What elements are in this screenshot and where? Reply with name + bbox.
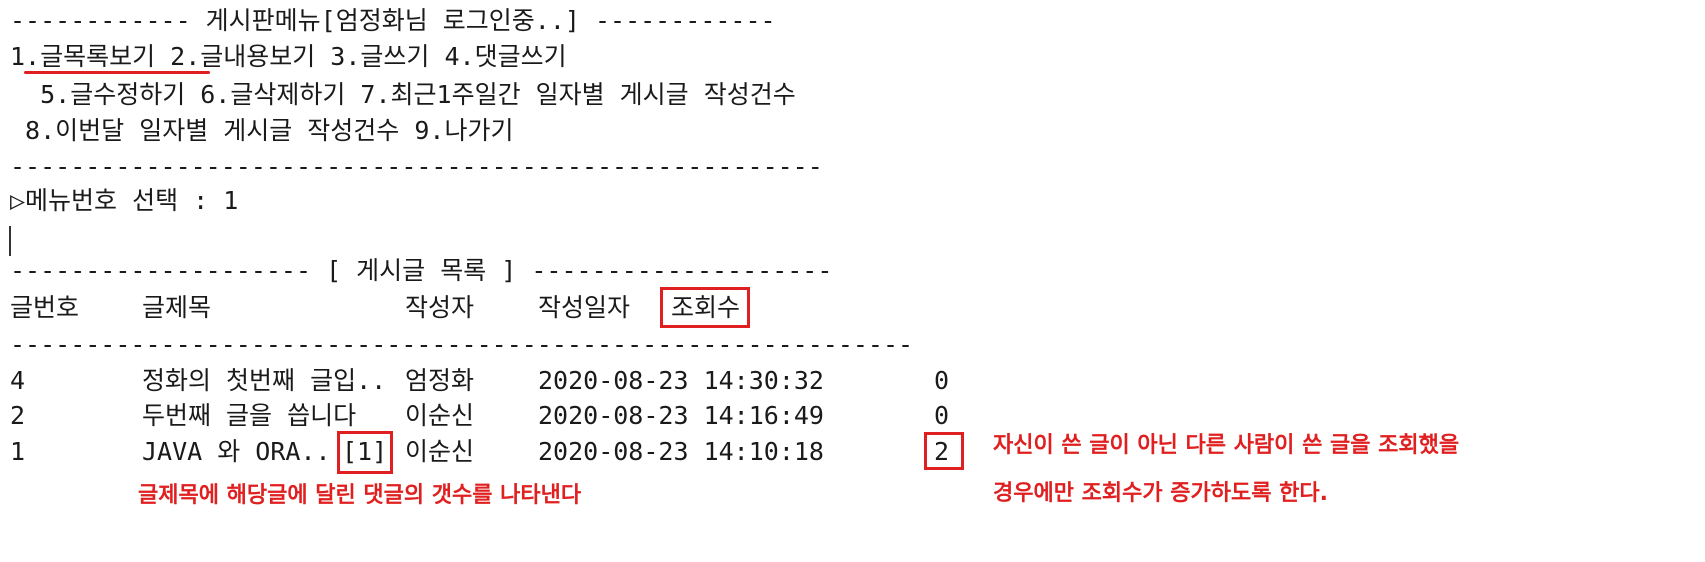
column-header-no: 글번호 <box>10 293 80 322</box>
row-2-no: 2 <box>10 401 26 430</box>
list-title: -------------------- [ 게시글 목록 ] --------… <box>10 256 833 285</box>
comment-count-highlight-box <box>337 431 393 474</box>
row-1-date: 2020-08-23 14:30:32 <box>538 366 824 395</box>
list-separator: ----------------------------------------… <box>10 330 914 359</box>
menu-select-prompt[interactable]: ▷메뉴번호 선택 : 1 <box>10 186 238 216</box>
column-header-writer: 작성자 <box>405 293 475 322</box>
column-header-date: 작성일자 <box>538 293 631 322</box>
menu-header: ------------ 게시판메뉴[엄정화님 로그인중..] --------… <box>10 6 776 35</box>
row-2-title: 두번째 글을 씁니다 <box>142 401 357 430</box>
row-3-title: JAVA 와 ORA.. <box>142 437 331 466</box>
text-cursor <box>9 226 11 256</box>
row-3-no: 1 <box>10 437 26 466</box>
views-annotation-line-2: 경우에만 조회수가 증가하도록 한다. <box>993 481 1328 506</box>
row-2-date: 2020-08-23 14:16:49 <box>538 401 824 430</box>
row-2-writer: 이순신 <box>405 401 475 430</box>
row-1-writer: 엄정화 <box>405 366 475 395</box>
views-header-highlight-box <box>660 287 750 328</box>
row-3-writer: 이순신 <box>405 437 475 466</box>
menu-item-1-underline <box>24 71 210 74</box>
row-1-title: 정화의 첫번째 글입.. <box>142 366 387 395</box>
column-header-title: 글제목 <box>142 293 212 322</box>
menu-row-2: 5.글수정하기 6.글삭제하기 7.최근1주일간 일자별 게시글 작성건수 <box>10 80 796 109</box>
row-1-views: 0 <box>934 366 950 395</box>
row-2-views: 0 <box>934 401 950 430</box>
views-value-highlight-box <box>924 432 964 470</box>
menu-separator: ----------------------------------------… <box>10 152 823 181</box>
row-1-no: 4 <box>10 366 26 395</box>
menu-row-3: 8.이번달 일자별 게시글 작성건수 9.나가기 <box>10 116 514 145</box>
row-3-date: 2020-08-23 14:10:18 <box>538 437 824 466</box>
menu-row-1: 1.글목록보기 2.글내용보기 3.글쓰기 4.댓글쓰기 <box>10 42 567 71</box>
views-annotation-line-1: 자신이 쓴 글이 아닌 다른 사람이 쓴 글을 조회했을 <box>993 433 1460 458</box>
comment-count-annotation: 글제목에 해당글에 달린 댓글의 갯수를 나타낸다 <box>138 483 582 508</box>
